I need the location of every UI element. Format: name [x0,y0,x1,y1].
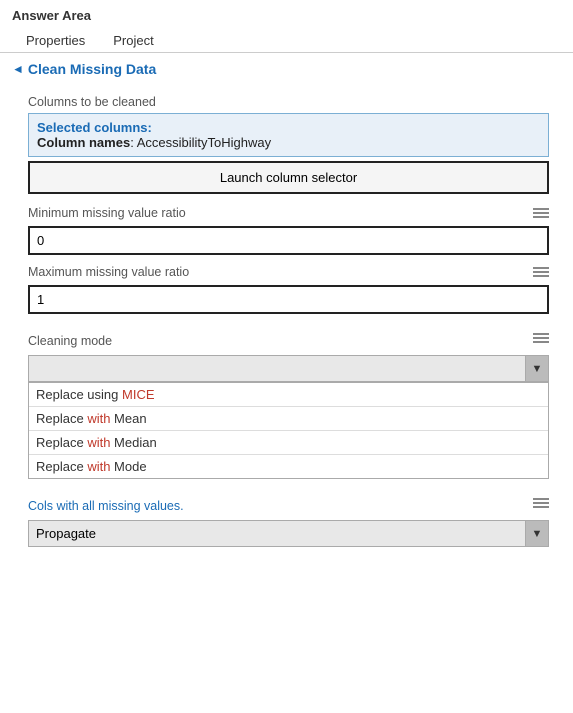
dropdown-item-mode[interactable]: Replace with Mode [29,455,548,478]
mice-highlight: MICE [122,387,155,402]
min-missing-row: Minimum missing value ratio [28,206,549,220]
selected-columns-title: Selected columns: [37,120,540,135]
mode-highlight: with [87,459,110,474]
max-missing-input[interactable] [28,285,549,314]
cleaning-mode-label: Cleaning mode [28,334,112,348]
launch-column-selector-button[interactable]: Launch column selector [28,161,549,194]
min-missing-menu-icon[interactable] [533,208,549,218]
dropdown-item-mean[interactable]: Replace with Mean [29,407,548,431]
cols-missing-menu-icon[interactable] [533,498,549,508]
content-area: Columns to be cleaned Selected columns: … [0,81,573,551]
min-missing-label: Minimum missing value ratio [28,206,533,220]
nav-tabs: Properties Project [0,27,573,53]
selected-columns-box: Selected columns: Column names: Accessib… [28,113,549,157]
min-missing-input[interactable] [28,226,549,255]
max-missing-label: Maximum missing value ratio [28,265,533,279]
cleaning-mode-dropdown-btn[interactable] [28,355,549,382]
cleaning-mode-dropdown-wrapper: ▼ [28,355,549,382]
column-names-value: AccessibilityToHighway [137,135,271,150]
section-chevron-icon: ◄ [12,62,24,76]
cols-missing-row: Cols with all missing values. [28,489,549,517]
cols-missing-label: Cols with all missing values. [28,499,184,513]
columns-to-clean-label: Columns to be cleaned [28,95,549,109]
section-title: Clean Missing Data [28,61,156,77]
column-names-label: Column names [37,135,130,150]
cleaning-mode-row: Cleaning mode [28,324,549,352]
cols-missing-dropdown-btn[interactable]: Propagate [28,520,549,547]
column-names-row: Column names: AccessibilityToHighway [37,135,540,150]
tab-properties[interactable]: Properties [12,29,99,52]
cleaning-mode-dropdown-list: Replace using MICE Replace with Mean Rep… [28,382,549,479]
tab-project[interactable]: Project [99,29,167,52]
answer-area-label: Answer Area [0,0,573,27]
dropdown-item-mice[interactable]: Replace using MICE [29,383,548,407]
mean-highlight: with [87,411,110,426]
cleaning-mode-menu-icon[interactable] [533,333,549,343]
max-missing-menu-icon[interactable] [533,267,549,277]
section-header[interactable]: ◄ Clean Missing Data [0,53,573,81]
median-highlight: with [87,435,110,450]
max-missing-row: Maximum missing value ratio [28,265,549,279]
cols-missing-dropdown-wrapper: Propagate ▼ [28,520,549,547]
dropdown-item-median[interactable]: Replace with Median [29,431,548,455]
